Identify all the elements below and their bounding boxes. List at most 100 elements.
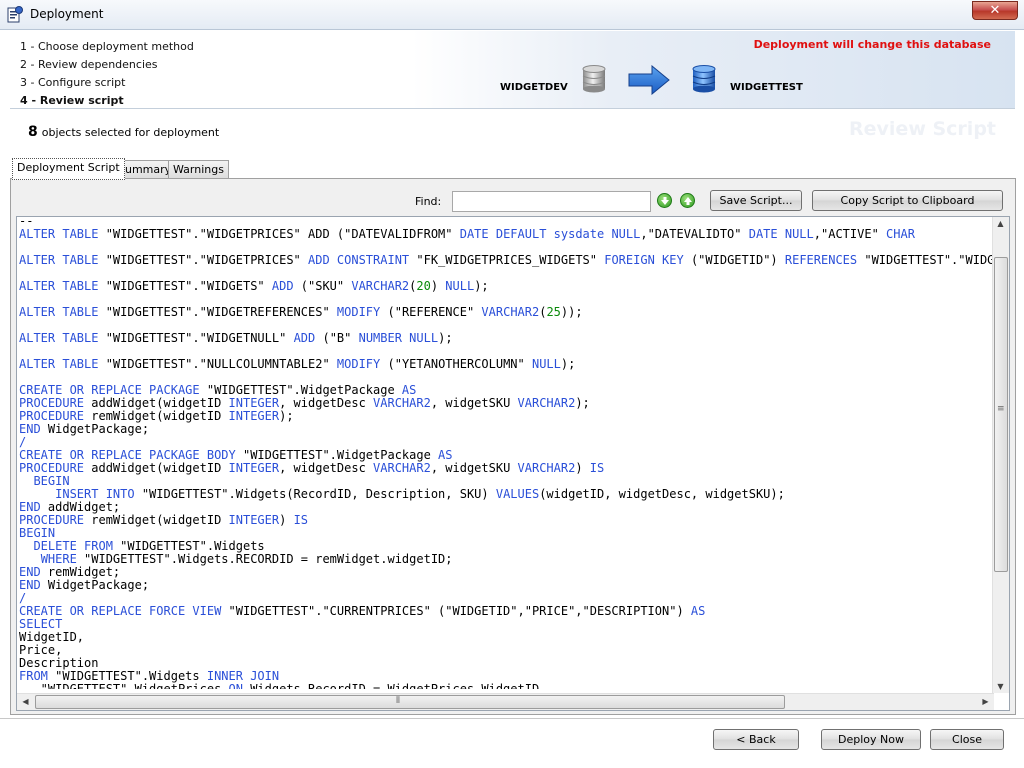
script-token: VALUES xyxy=(495,487,540,501)
tab-deployment-script[interactable]: Deployment Script xyxy=(12,158,125,180)
script-token: "WIDGETTEST"."WIDGETPRICES" xyxy=(98,253,308,267)
wizard-header: 1 - Choose deployment method 2 - Review … xyxy=(10,31,1015,109)
find-input[interactable] xyxy=(452,191,651,212)
script-token: ON xyxy=(228,682,243,690)
script-token: INNER JOIN xyxy=(206,669,280,683)
script-token: WHERE xyxy=(40,552,77,566)
script-line: ALTER TABLE "WIDGETTEST"."WIDGETS" ADD (… xyxy=(19,280,994,293)
script-line: SELECT xyxy=(19,618,994,631)
script-token: NULL xyxy=(531,357,561,371)
script-token: NULL xyxy=(445,279,475,293)
find-label: Find: xyxy=(415,195,442,208)
script-token: , widgetDesc xyxy=(279,396,374,410)
script-token: END xyxy=(19,565,41,579)
script-line: "WIDGETTEST".WidgetPrices ON Widgets.Rec… xyxy=(19,682,994,690)
wizard-step-1: 1 - Choose deployment method xyxy=(20,40,194,53)
source-database-icon xyxy=(582,65,606,93)
horizontal-scroll-thumb[interactable]: ⦀ xyxy=(35,695,785,709)
script-token: END xyxy=(19,578,41,592)
script-line: Price, xyxy=(19,644,994,657)
vertical-scroll-thumb[interactable]: ≡ xyxy=(994,257,1008,572)
script-token: DATE DEFAULT sysdate NULL xyxy=(459,227,641,241)
script-token: "WIDGETTEST"."WIDGETREFERENCES" xyxy=(98,305,337,319)
script-token: ,"ACTIVE" xyxy=(813,227,887,241)
deploy-now-button[interactable]: Deploy Now xyxy=(821,729,921,750)
back-button[interactable]: < Back xyxy=(713,729,799,750)
source-database-label: WIDGETDEV xyxy=(500,82,568,93)
script-token: ) xyxy=(430,279,446,293)
script-token: INTEGER xyxy=(228,461,280,475)
script-token: , widgetSKU xyxy=(430,396,518,410)
script-token: )); xyxy=(560,305,583,319)
script-token: BEGIN xyxy=(33,474,70,488)
script-line: PROCEDURE addWidget(widgetID INTEGER, wi… xyxy=(19,462,994,475)
script-token: Description xyxy=(19,656,99,670)
script-token: ); xyxy=(575,396,590,410)
grip-icon: ⦀ xyxy=(396,696,400,706)
scroll-up-arrow-icon[interactable]: ▲ xyxy=(993,219,1008,228)
copy-script-to-clipboard-button[interactable]: Copy Script to Clipboard xyxy=(812,190,1003,211)
script-editor[interactable]: -- ALTER TABLE "WIDGETTEST"."WIDGETPRICES… xyxy=(16,216,1010,711)
title-bar: Deployment ✕ xyxy=(0,0,1024,30)
script-token: addWidget(widgetID xyxy=(84,461,229,475)
selected-objects-summary: 8 objects selected for deployment xyxy=(28,124,219,140)
script-token: IS xyxy=(589,461,605,475)
script-line: END remWidget; xyxy=(19,566,994,579)
script-token: FOREIGN KEY xyxy=(604,253,684,267)
script-token: "WIDGETTEST".WidgetPrices xyxy=(19,682,229,690)
script-token: REFERENCES xyxy=(784,253,858,267)
deployment-script-panel: Find: Save Script... Copy Script to Clip… xyxy=(10,178,1016,715)
script-line: PROCEDURE remWidget(widgetID INTEGER) IS xyxy=(19,514,994,527)
script-token: 25 xyxy=(546,305,561,319)
script-token: remWidget; xyxy=(40,565,121,579)
script-token: ); xyxy=(279,409,294,423)
script-token: ("B" xyxy=(315,331,359,345)
deploy-direction-arrow-icon xyxy=(628,65,670,95)
script-token: END xyxy=(19,500,41,514)
script-token: CREATE OR REPLACE FORCE VIEW xyxy=(19,604,222,618)
window-close-button[interactable]: ✕ xyxy=(972,1,1018,20)
script-token: SELECT xyxy=(19,617,63,631)
script-token: PROCEDURE xyxy=(19,396,85,410)
script-code[interactable]: -- ALTER TABLE "WIDGETTEST"."WIDGETPRICES… xyxy=(19,217,994,690)
wizard-steps: 1 - Choose deployment method 2 - Review … xyxy=(20,38,194,110)
script-token: ("REFERENCE" xyxy=(380,305,482,319)
script-token: remWidget(widgetID xyxy=(84,513,229,527)
script-token: addWidget(widgetID xyxy=(84,396,229,410)
script-token: INTEGER xyxy=(228,409,280,423)
script-token: , widgetDesc xyxy=(279,461,374,475)
script-line: ALTER TABLE "WIDGETTEST"."WIDGETPRICES" … xyxy=(19,254,994,267)
find-previous-button[interactable] xyxy=(680,193,695,208)
script-token: / xyxy=(19,435,27,449)
vertical-scrollbar[interactable]: ▲ ≡ ▼ xyxy=(992,217,1009,693)
scroll-right-arrow-icon[interactable]: ▶ xyxy=(978,697,993,706)
script-token: CREATE OR REPLACE PACKAGE xyxy=(19,383,200,397)
find-next-button[interactable] xyxy=(657,193,672,208)
wizard-step-3: 3 - Configure script xyxy=(20,76,126,89)
save-script-button[interactable]: Save Script... xyxy=(710,190,802,211)
script-token: ALTER TABLE xyxy=(19,331,99,345)
scroll-down-arrow-icon[interactable]: ▼ xyxy=(993,682,1008,691)
script-token: ("WIDGETID") xyxy=(683,253,785,267)
page-heading: Review Script xyxy=(849,118,996,140)
close-button[interactable]: Close xyxy=(930,729,1004,750)
script-token: ); xyxy=(474,279,489,293)
script-token: DELETE FROM xyxy=(33,539,113,553)
script-token: VARCHAR2 xyxy=(517,396,576,410)
script-line: CREATE OR REPLACE FORCE VIEW "WIDGETTEST… xyxy=(19,605,994,618)
horizontal-scrollbar[interactable]: ◀ ⦀ ▶ xyxy=(17,693,994,710)
scroll-left-arrow-icon[interactable]: ◀ xyxy=(18,697,33,706)
script-token: AS xyxy=(401,383,417,397)
script-token: INTEGER xyxy=(228,513,280,527)
arrow-up-icon xyxy=(684,197,692,205)
script-token: ); xyxy=(560,357,576,371)
script-toolbar: Find: Save Script... Copy Script to Clip… xyxy=(11,179,1015,215)
script-token: MODIFY xyxy=(336,305,381,319)
script-token: , widgetSKU xyxy=(430,461,518,475)
script-token: "WIDGETTEST"."WIDGETS" xyxy=(864,253,994,267)
footer-separator xyxy=(0,718,1024,719)
tab-warnings[interactable]: Warnings xyxy=(168,160,229,179)
script-token: ("DATEVALIDFROM" xyxy=(329,227,460,241)
script-token: PROCEDURE xyxy=(19,513,85,527)
script-token: NUMBER NULL xyxy=(358,331,439,345)
